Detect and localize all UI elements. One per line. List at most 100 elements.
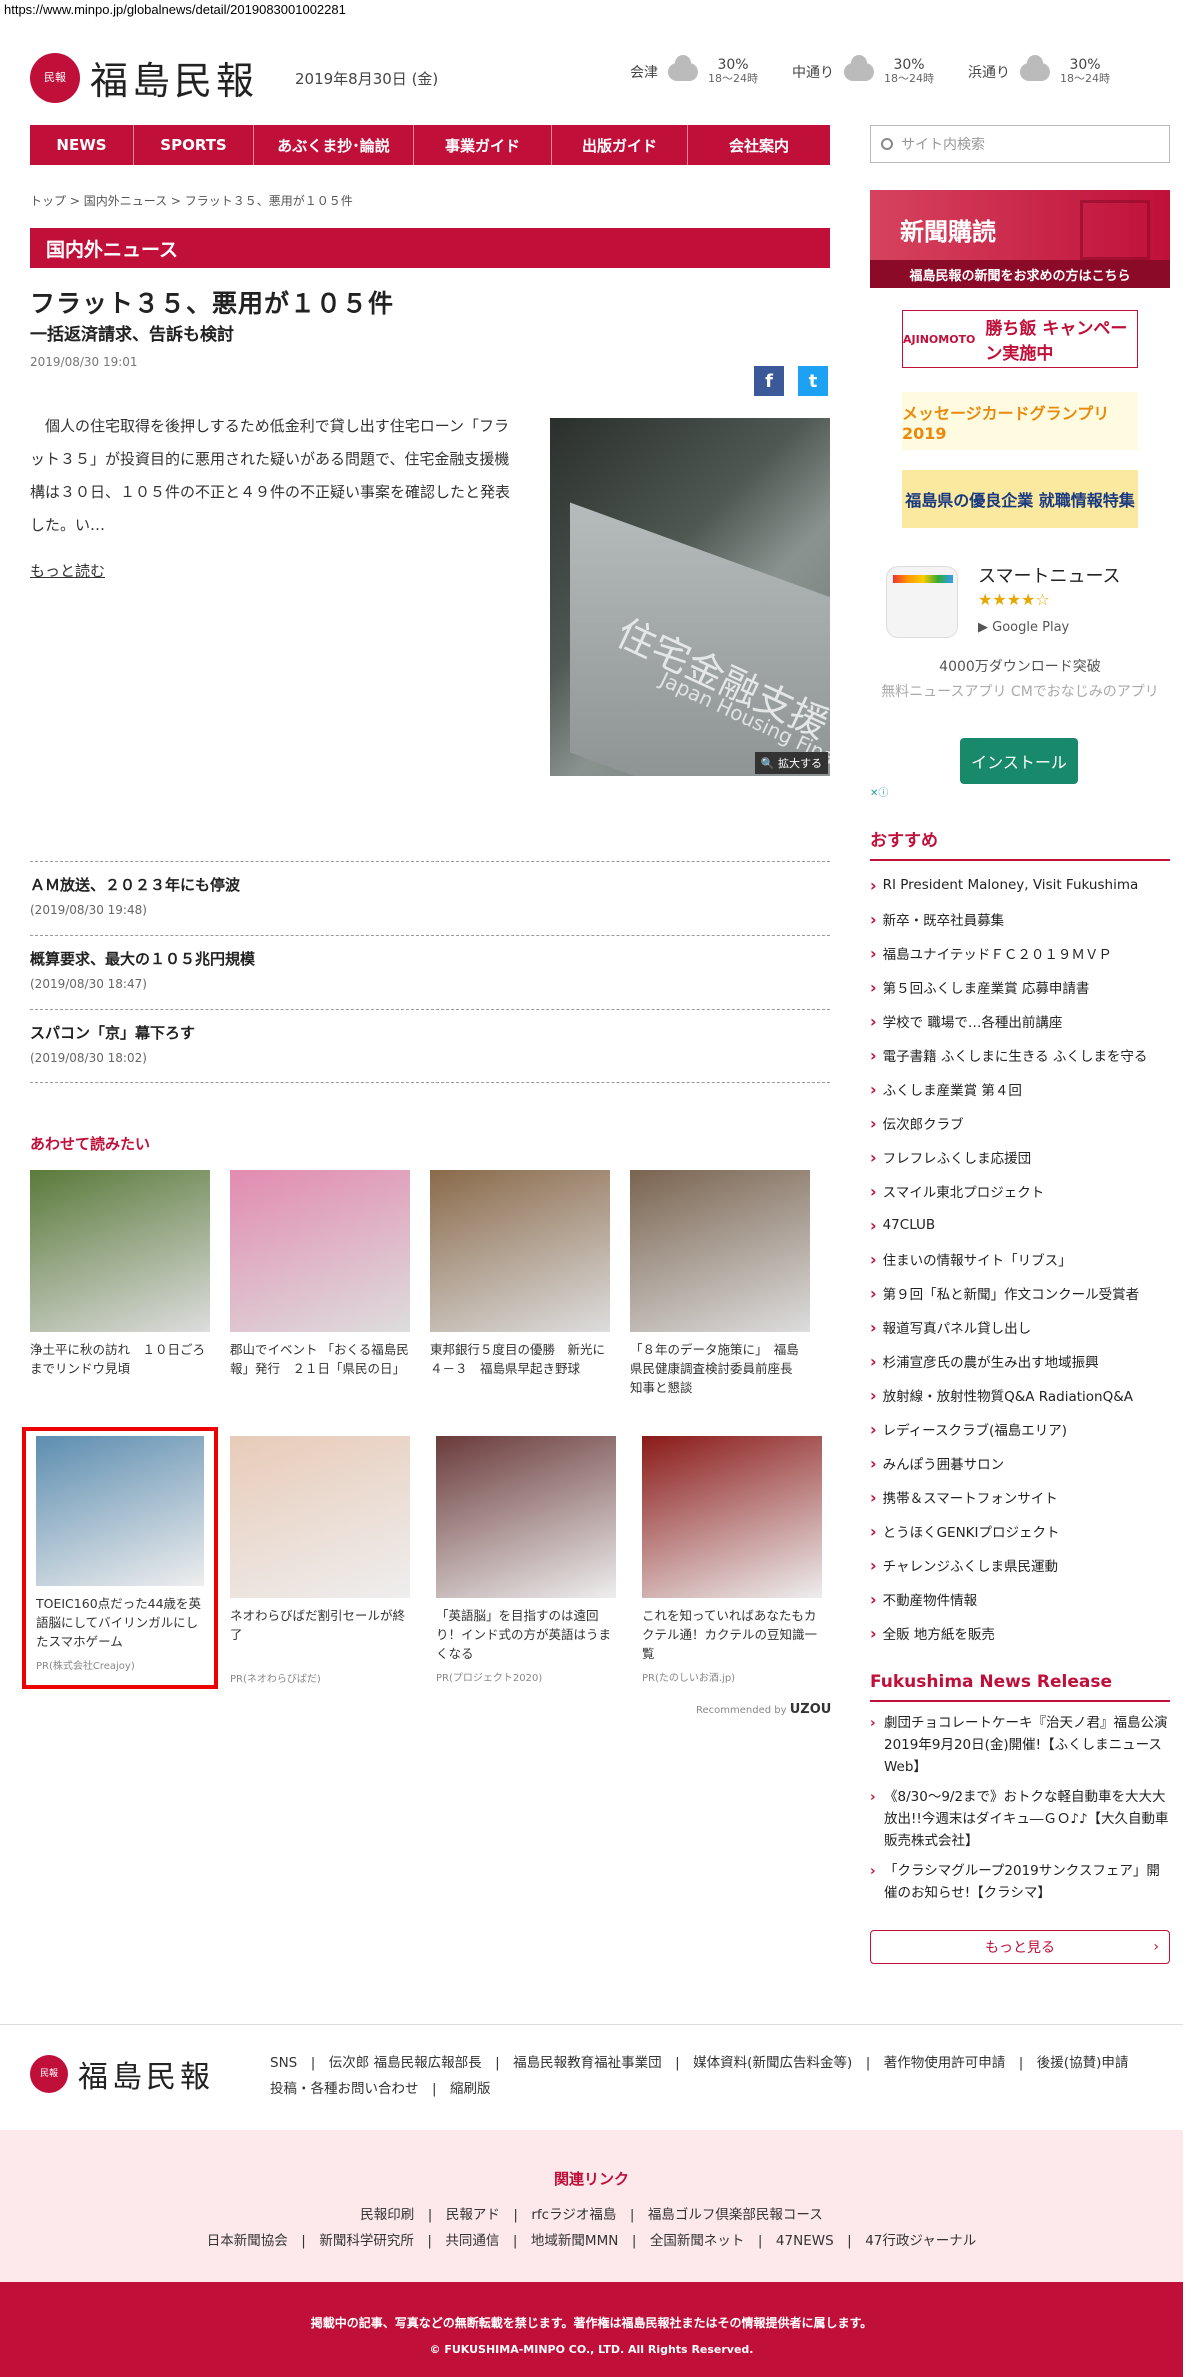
header-date: 2019年8月30日 (金) [295, 70, 439, 88]
footer-logo[interactable]: 民報 福島民報 [30, 2052, 214, 2096]
recommend-item[interactable]: 新卒・既卒社員募集 [870, 902, 1170, 936]
thumb-image [230, 1436, 410, 1598]
recommend-item[interactable]: 携帯＆スマートフォンサイト [870, 1480, 1170, 1514]
recommended-by: Recommended by UZOU [696, 1702, 832, 1717]
app-name: スマートニュース [978, 566, 1121, 587]
smartnews-app-icon [886, 566, 958, 638]
weather-aizu: 会津 30% 18～24時 [630, 54, 758, 86]
app-rating-stars: ★★★★☆ [978, 590, 1050, 609]
app-downloads: 4000万ダウンロード突破 [939, 659, 1101, 675]
breadcrumb: トップ > 国内外ニュース > フラット３５、悪用が１０５件 [30, 194, 353, 208]
recommend-item[interactable]: 第９回「私と新聞」作文コンクール受賞者 [870, 1276, 1170, 1310]
install-button[interactable]: インストール [960, 738, 1078, 784]
recommend-item[interactable]: みんぽう囲碁サロン [870, 1446, 1170, 1480]
app-desc: 無料ニュースアプリ CMでおなじみのアプリ [881, 684, 1159, 700]
news-release-list: › 劇団チョコレートケーキ『治天ノ君』福島公演 2019年9月20日(金)開催!【… [870, 1712, 1170, 1904]
search-input[interactable]: サイト内検索 [870, 125, 1170, 163]
copyright-bar: 掲載中の記事、写真などの無断転載を禁じます。著作権は福島民報社またはその情報提供… [0, 2282, 1183, 2377]
site-logo[interactable]: 民報 福島民報 [30, 50, 258, 105]
recommend-item[interactable]: 47CLUB [870, 1208, 1170, 1242]
recommend-item[interactable]: RI President Maloney, Visit Fukushima [870, 868, 1170, 902]
related-links-row-2[interactable]: 日本新聞協会 | 新聞科学研究所 | 共同通信 | 地域新聞MMN | 全国新聞… [0, 2229, 1183, 2249]
banner-job-info[interactable]: 福島県の優良企業 就職情報特集 [902, 470, 1138, 528]
subscribe-title: 新聞購読 [900, 218, 996, 246]
recommend-heading: おすすめ [870, 826, 1170, 861]
thumb-image [36, 1436, 204, 1586]
nav-news[interactable]: NEWS [30, 125, 134, 165]
twitter-icon[interactable]: t [798, 366, 828, 396]
list-item[interactable]: › 「クラシマグループ2019サンクスフェア」開催のお知らせ!【クラシマ】 [870, 1860, 1170, 1904]
banner-message-card[interactable]: メッセージカードグランプリ 2019 [902, 392, 1138, 450]
recommend-item[interactable]: 学校で 職場で…各種出前講座 [870, 1004, 1170, 1038]
thumb-card[interactable]: 浄土平に秋の訪れ １０日ごろまでリンドウ見頃 [30, 1170, 210, 1397]
recommend-item[interactable]: 報道写真パネル貸し出し [870, 1310, 1170, 1344]
read-more-link[interactable]: もっと読む [30, 560, 105, 581]
more-button[interactable]: もっと見る › [870, 1930, 1170, 1964]
article-photo[interactable]: 住宅金融支援 Japan Housing Finance A 🔍 拡大する [550, 418, 830, 776]
recommend-item[interactable]: スマイル東北プロジェクト [870, 1174, 1170, 1208]
list-item[interactable]: 概算要求、最大の１０５兆円規模 (2019/08/30 18:47) [30, 935, 830, 1009]
recommend-item[interactable]: フレフレふくしま応援団 [870, 1140, 1170, 1174]
adchoices-icon[interactable]: ✕ⓘ [870, 784, 888, 799]
thumb-card[interactable]: 東邦銀行５度目の優勝 新光に４－３ 福島県早起き野球 [430, 1170, 610, 1397]
recommend-item[interactable]: チャレンジふくしま県民運動 [870, 1548, 1170, 1582]
ad-card[interactable]: これを知っていればあなたもカクテル通！カクテルの豆知識一覧 PR(たのしいお酒.j… [642, 1436, 822, 1685]
building-icon [1080, 200, 1150, 260]
recommend-item[interactable]: 福島ユナイテッドＦＣ２０１９ＭＶＰ [870, 936, 1170, 970]
list-item[interactable]: › 劇団チョコレートケーキ『治天ノ君』福島公演 2019年9月20日(金)開催!【… [870, 1712, 1170, 1778]
nav-sports[interactable]: SPORTS [134, 125, 254, 165]
recommend-item[interactable]: 住まいの情報サイト「リブス」 [870, 1242, 1170, 1276]
subscribe-sub: 福島民報の新聞をお求めの方はこちら [870, 260, 1170, 288]
nav-business[interactable]: 事業ガイド [414, 125, 552, 165]
thumb-image [430, 1170, 610, 1332]
recommend-item[interactable]: 全販 地方紙を販売 [870, 1616, 1170, 1650]
related-list: ＡＭ放送、２０２３年にも停波 (2019/08/30 19:48) 概算要求、最… [30, 861, 830, 1083]
list-item[interactable]: › 《8/30～9/2まで》おトクな軽自動車を大大大放出!!今週末はダイキュ―ＧＯ… [870, 1786, 1170, 1852]
subscribe-banner[interactable]: 新聞購読 福島民報の新聞をお求めの方はこちら [870, 190, 1170, 288]
cloud-icon [1020, 54, 1050, 81]
cloud-icon [668, 54, 698, 81]
nav-company[interactable]: 会社案内 [688, 125, 830, 165]
logo-name: 福島民報 [90, 59, 259, 103]
copyright-text: © FUKUSHIMA-MINPO CO., LTD. All Rights R… [429, 2343, 754, 2356]
recommend-item[interactable]: ふくしま産業賞 第４回 [870, 1072, 1170, 1106]
recommend-item[interactable]: 放射線・放射性物質Q&A RadiationQ&A [870, 1378, 1170, 1412]
url-bar: https://www.minpo.jp/globalnews/detail/2… [4, 2, 346, 17]
thumb-card[interactable]: 郡山でイベント 「おくる福島民報」発行 ２１日「県民の日」 [230, 1170, 410, 1397]
ad-card[interactable]: 「英語脳」を目指すのは遠回り！インド式の方が英語はうまくなる PR(プロジェクト2… [436, 1436, 616, 1685]
breadcrumb-section[interactable]: 国内外ニュース [84, 194, 167, 208]
facebook-icon[interactable]: f [754, 366, 784, 396]
breadcrumb-home[interactable]: トップ [30, 194, 66, 208]
list-item[interactable]: ＡＭ放送、２０２３年にも停波 (2019/08/30 19:48) [30, 861, 830, 935]
breadcrumb-current: フラット３５、悪用が１０５件 [184, 194, 353, 208]
recommend-item[interactable]: とうほくGENKIプロジェクト [870, 1514, 1170, 1548]
thumb-card[interactable]: 「８年のデータ施策に」 福島県民健康調査検討委員前座長 知事と懇談 [630, 1170, 810, 1397]
nav-publishing[interactable]: 出版ガイド [552, 125, 688, 165]
article-datetime: 2019/08/30 19:01 [30, 355, 138, 369]
zoom-button[interactable]: 🔍 拡大する [754, 752, 828, 774]
recommend-item[interactable]: 第５回ふくしま産業賞 応募申請書 [870, 970, 1170, 1004]
recommend-item[interactable]: 電子書籍 ふくしまに生きる ふくしまを守る [870, 1038, 1170, 1072]
footer-divider [0, 2024, 1183, 2025]
nav-editorial[interactable]: あぶくま抄･論説 [254, 125, 414, 165]
recommend-item[interactable]: レディースクラブ(福島エリア) [870, 1412, 1170, 1446]
thumb-image [30, 1170, 210, 1332]
thumb-row-2: TOEIC160点だった44歳を英語脳にしてバイリンガルにしたスマホゲーム PR(… [36, 1436, 822, 1685]
related-links-row-1[interactable]: 民報印刷 | 民報アド | rfcラジオ福島 | 福島ゴルフ倶楽部民報コース [0, 2203, 1183, 2223]
read-together-heading: あわせて読みたい [30, 1135, 151, 1153]
footer-links[interactable]: SNS | 伝次郎 福島民報広報部長 | 福島民報教育福祉事業団 | 媒体資料(… [270, 2050, 1170, 2102]
list-item[interactable]: スパコン「京」幕下ろす (2019/08/30 18:02) [30, 1009, 830, 1083]
weather-hamadori: 浜通り 30% 18～24時 [968, 54, 1110, 86]
recommend-list: RI President Maloney, Visit Fukushima新卒・… [870, 868, 1170, 1650]
recommend-item[interactable]: 杉浦宣彦氏の農が生み出す地域振興 [870, 1344, 1170, 1378]
uzou-logo: UZOU [789, 1702, 832, 1717]
zoom-icon: 🔍 [760, 757, 775, 770]
ad-card[interactable]: ネオわらびばだ割引セールが終了 PR(ネオわらびばだ) [230, 1436, 410, 1685]
thumb-row-1: 浄土平に秋の訪れ １０日ごろまでリンドウ見頃 郡山でイベント 「おくる福島民報」… [30, 1170, 810, 1397]
recommend-item[interactable]: 不動産物件情報 [870, 1582, 1170, 1616]
recommend-item[interactable]: 伝次郎クラブ [870, 1106, 1170, 1140]
banner-katsumeshi[interactable]: AJINOMOTO 勝ち飯 キャンペーン実施中 [902, 310, 1138, 368]
news-release-heading: Fukushima News Release [870, 1672, 1170, 1702]
ad-card[interactable]: TOEIC160点だった44歳を英語脳にしてバイリンガルにしたスマホゲーム PR(… [36, 1436, 204, 1685]
google-play-badge: ▶ Google Play [978, 620, 1070, 635]
